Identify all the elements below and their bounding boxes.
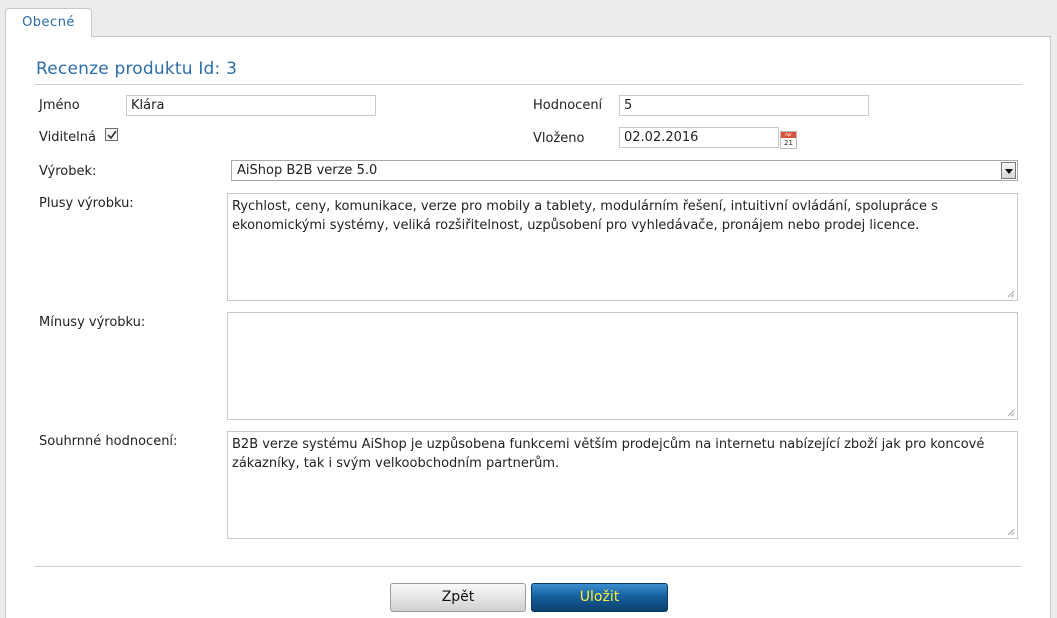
visible-label: Viditelná — [39, 130, 96, 145]
calendar-icon[interactable]: Apr 21 — [780, 131, 797, 149]
back-button[interactable]: Zpět — [390, 583, 526, 612]
cons-label: Mínusy výrobku: — [39, 315, 146, 330]
rating-input[interactable]: 5 — [619, 95, 869, 116]
calendar-day: 21 — [784, 139, 793, 147]
name-input[interactable]: Klára — [126, 95, 376, 116]
product-select-value: AiShop B2B verze 5.0 — [237, 163, 378, 178]
title-divider — [35, 84, 1022, 85]
footer-divider — [35, 566, 1022, 567]
pros-textarea[interactable]: Rychlost, ceny, komunikace, verze pro mo… — [227, 193, 1018, 301]
name-label: Jméno — [39, 98, 80, 113]
summary-text: B2B verze systému AiShop je uzpůsobena f… — [232, 437, 985, 471]
visible-checkbox[interactable] — [105, 128, 118, 141]
inserted-date-input[interactable]: 02.02.2016 — [619, 127, 779, 148]
pros-text: Rychlost, ceny, komunikace, verze pro mo… — [232, 199, 938, 233]
rating-label: Hodnocení — [533, 98, 603, 113]
page-title: Recenze produktu Id: 3 — [36, 59, 238, 79]
product-select[interactable]: AiShop B2B verze 5.0 — [231, 160, 1018, 181]
tab-general[interactable]: Obecné — [5, 8, 92, 37]
cons-textarea[interactable] — [227, 312, 1018, 420]
summary-textarea[interactable]: B2B verze systému AiShop je uzpůsobena f… — [227, 431, 1018, 539]
resize-grip-icon[interactable] — [1007, 290, 1015, 298]
inserted-label: Vloženo — [533, 131, 585, 146]
checkmark-icon — [107, 130, 117, 140]
pros-label: Plusy výrobku: — [39, 196, 134, 211]
resize-grip-icon[interactable] — [1007, 528, 1015, 536]
chevron-down-icon[interactable] — [1001, 162, 1016, 179]
summary-label: Souhrnné hodnocení: — [39, 434, 178, 449]
resize-grip-icon[interactable] — [1007, 409, 1015, 417]
product-label: Výrobek: — [39, 164, 97, 179]
tab-bar — [0, 0, 1057, 37]
save-button[interactable]: Uložit — [531, 583, 668, 612]
